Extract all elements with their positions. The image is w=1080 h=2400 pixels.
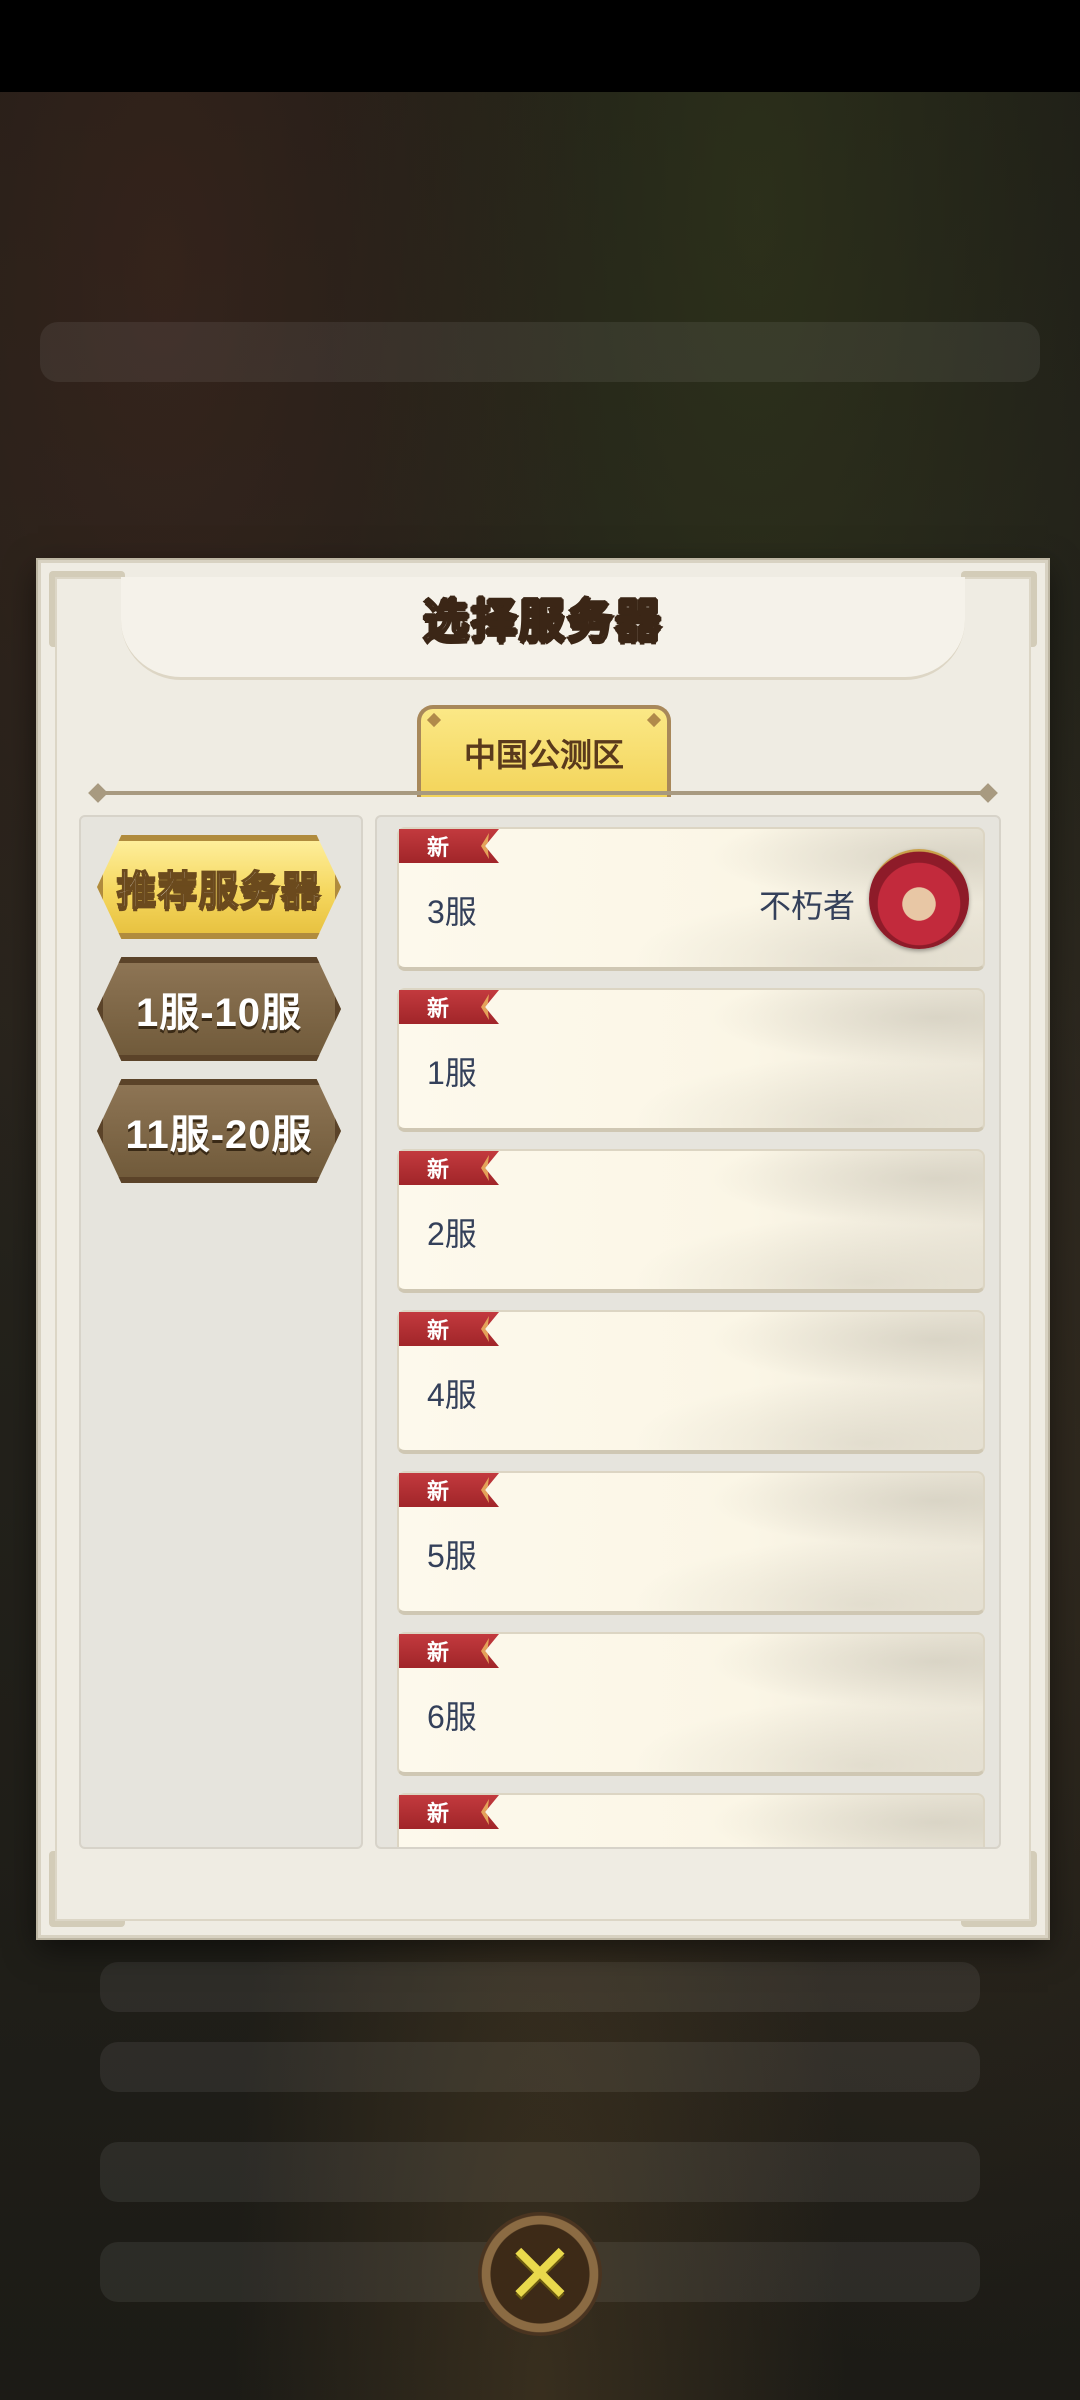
- server-card-3[interactable]: 新 3服 不朽者: [397, 827, 985, 971]
- status-bar: [0, 0, 1080, 92]
- server-card-2[interactable]: 新 2服: [397, 1149, 985, 1293]
- server-name: 1服: [427, 1055, 477, 1091]
- tab-region[interactable]: 中国公测区: [417, 705, 671, 797]
- server-card-5[interactable]: 新 5服: [397, 1471, 985, 1615]
- tab-ornament: [426, 712, 442, 728]
- avatar: [869, 849, 969, 949]
- server-name: 6服: [427, 1699, 477, 1735]
- category-1-10-button[interactable]: 1服-10服: [97, 957, 341, 1061]
- new-badge: 新: [399, 1795, 499, 1829]
- new-badge: 新: [399, 829, 499, 863]
- category-recommended-button[interactable]: 推荐服务器: [97, 835, 341, 939]
- server-select-dialog: 选择服务器 中国公测区 推荐服务器 1服-10服 11服-20服 新 3服 不朽…: [38, 560, 1048, 1938]
- server-name: 4服: [427, 1377, 477, 1413]
- category-11-20-button[interactable]: 11服-20服: [97, 1079, 341, 1183]
- new-badge: 新: [399, 1634, 499, 1668]
- dialog-title: 选择服务器: [422, 594, 663, 648]
- close-icon: ✕: [504, 2227, 576, 2321]
- new-badge: 新: [399, 1312, 499, 1346]
- server-name: 5服: [427, 1538, 477, 1574]
- server-name: 2服: [427, 1216, 477, 1252]
- new-badge: 新: [399, 1473, 499, 1507]
- tab-region-label: 中国公测区: [463, 737, 624, 773]
- server-card-partial[interactable]: 新: [397, 1793, 985, 1847]
- server-card-4[interactable]: 新 4服: [397, 1310, 985, 1454]
- close-button[interactable]: ✕: [478, 2212, 602, 2336]
- tab-ornament: [646, 712, 662, 728]
- server-name: 3服: [427, 894, 477, 930]
- category-panel: 推荐服务器 1服-10服 11服-20服: [79, 815, 363, 1849]
- corner-ornament: [49, 1851, 125, 1927]
- server-card-6[interactable]: 新 6服: [397, 1632, 985, 1776]
- server-card-1[interactable]: 新 1服: [397, 988, 985, 1132]
- new-badge: 新: [399, 1151, 499, 1185]
- new-badge: 新: [399, 990, 499, 1024]
- tab-divider: [97, 791, 989, 795]
- player-name: 不朽者: [758, 888, 855, 924]
- corner-ornament: [961, 1851, 1037, 1927]
- server-list[interactable]: 新 3服 不朽者 新 1服 新 2服 新 4服 新 5服 新 6服 新: [375, 815, 1001, 1849]
